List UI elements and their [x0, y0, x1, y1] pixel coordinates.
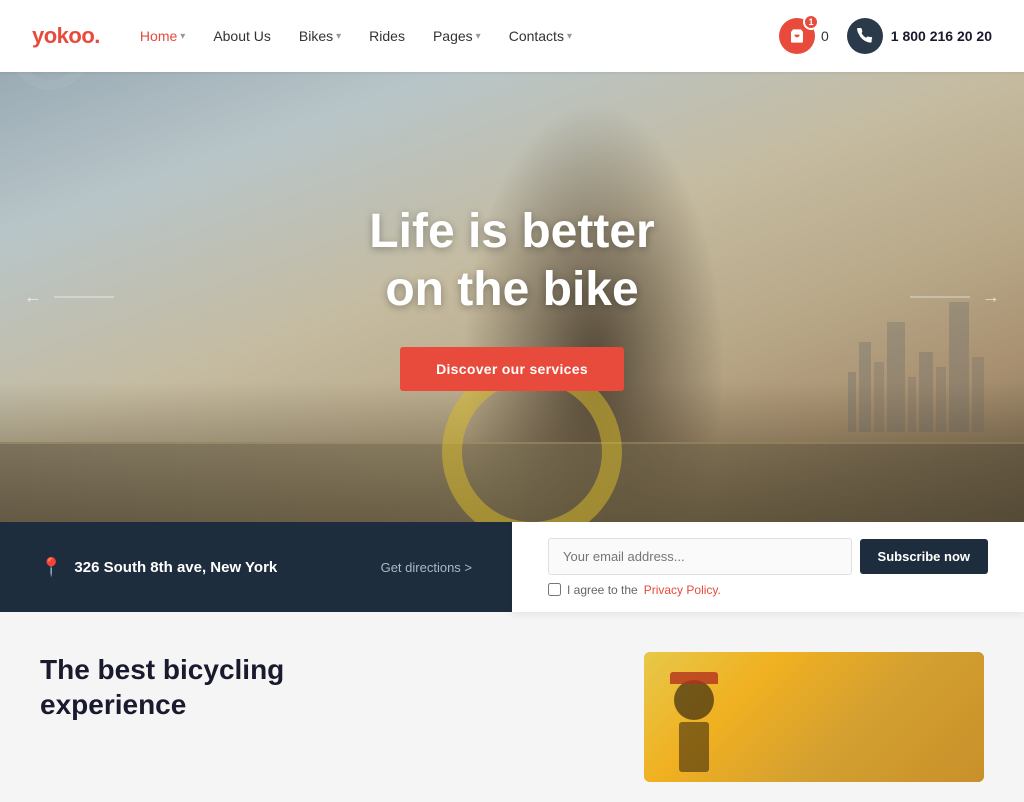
hero-title: Life is better on the bike: [369, 203, 654, 318]
address-block: 📍 326 South 8th ave, New York: [40, 557, 277, 578]
info-bar-address: 📍 326 South 8th ave, New York Get direct…: [0, 522, 512, 612]
nav-item-bikes[interactable]: Bikes ▾: [299, 28, 341, 44]
nav-item-about[interactable]: About Us: [213, 28, 271, 44]
nav-item-contacts[interactable]: Contacts ▾: [509, 28, 572, 44]
person-silhouette: [674, 680, 714, 772]
bottom-section: The best bicycling experience: [0, 612, 1024, 802]
hero-next-button[interactable]: →: [910, 287, 1000, 308]
phone-icon: [857, 28, 873, 44]
email-input[interactable]: [548, 538, 852, 575]
logo[interactable]: yokoo.: [32, 23, 100, 49]
header-right: 1 0 1 800 216 20 20: [779, 18, 992, 54]
bottom-text: The best bicycling experience: [40, 652, 604, 782]
logo-dot: .: [94, 23, 100, 48]
bottom-title: The best bicycling experience: [40, 652, 604, 722]
logo-text: yokoo: [32, 23, 94, 48]
subscribe-button[interactable]: Subscribe now: [860, 539, 988, 574]
arrow-right-icon: →: [982, 287, 1000, 308]
nav-item-rides[interactable]: Rides: [369, 28, 405, 44]
phone-button[interactable]: 1 800 216 20 20: [847, 18, 992, 54]
directions-link[interactable]: Get directions >: [381, 560, 472, 575]
cart-icon: [789, 28, 805, 44]
info-bar: 📍 326 South 8th ave, New York Get direct…: [0, 522, 1024, 612]
hero-section: ← → Life is better on the bike Discover …: [0, 72, 1024, 522]
pin-icon: 📍: [40, 557, 62, 578]
chevron-down-icon: ▾: [336, 31, 341, 42]
info-bar-subscribe: Subscribe now I agree to the Privacy Pol…: [512, 522, 1024, 612]
city-skyline: [848, 302, 984, 432]
cart-icon-wrap: 1: [779, 18, 815, 54]
hero-prev-button[interactable]: ←: [24, 287, 114, 308]
privacy-checkbox[interactable]: [548, 583, 561, 596]
phone-icon-wrap: [847, 18, 883, 54]
hero-content: Life is better on the bike Discover our …: [369, 203, 654, 390]
phone-number: 1 800 216 20 20: [891, 28, 992, 44]
cart-badge: 1: [803, 14, 819, 30]
arrow-line-right: [910, 297, 970, 298]
chevron-down-icon: ▾: [567, 31, 572, 42]
chevron-down-icon: ▾: [476, 31, 481, 42]
nav-item-home[interactable]: Home ▾: [140, 28, 185, 44]
main-nav: Home ▾ About Us Bikes ▾ Rides Pages ▾ Co…: [140, 28, 779, 44]
header: yokoo. Home ▾ About Us Bikes ▾ Rides Pag…: [0, 0, 1024, 72]
privacy-text: I agree to the: [567, 583, 638, 597]
hero-cta-button[interactable]: Discover our services: [400, 347, 624, 391]
bottom-image: [644, 652, 984, 782]
cart-count: 0: [821, 28, 829, 44]
arrow-line-left: [54, 297, 114, 298]
arrow-left-icon: ←: [24, 287, 42, 308]
subscribe-form: Subscribe now I agree to the Privacy Pol…: [548, 538, 988, 597]
nav-item-pages[interactable]: Pages ▾: [433, 28, 481, 44]
subscribe-row: Subscribe now: [548, 538, 988, 575]
cart-button[interactable]: 1 0: [779, 18, 829, 54]
address-text: 326 South 8th ave, New York: [74, 559, 277, 576]
privacy-link[interactable]: Privacy Policy.: [644, 583, 721, 597]
privacy-row: I agree to the Privacy Policy.: [548, 583, 988, 597]
chevron-down-icon: ▾: [180, 31, 185, 42]
